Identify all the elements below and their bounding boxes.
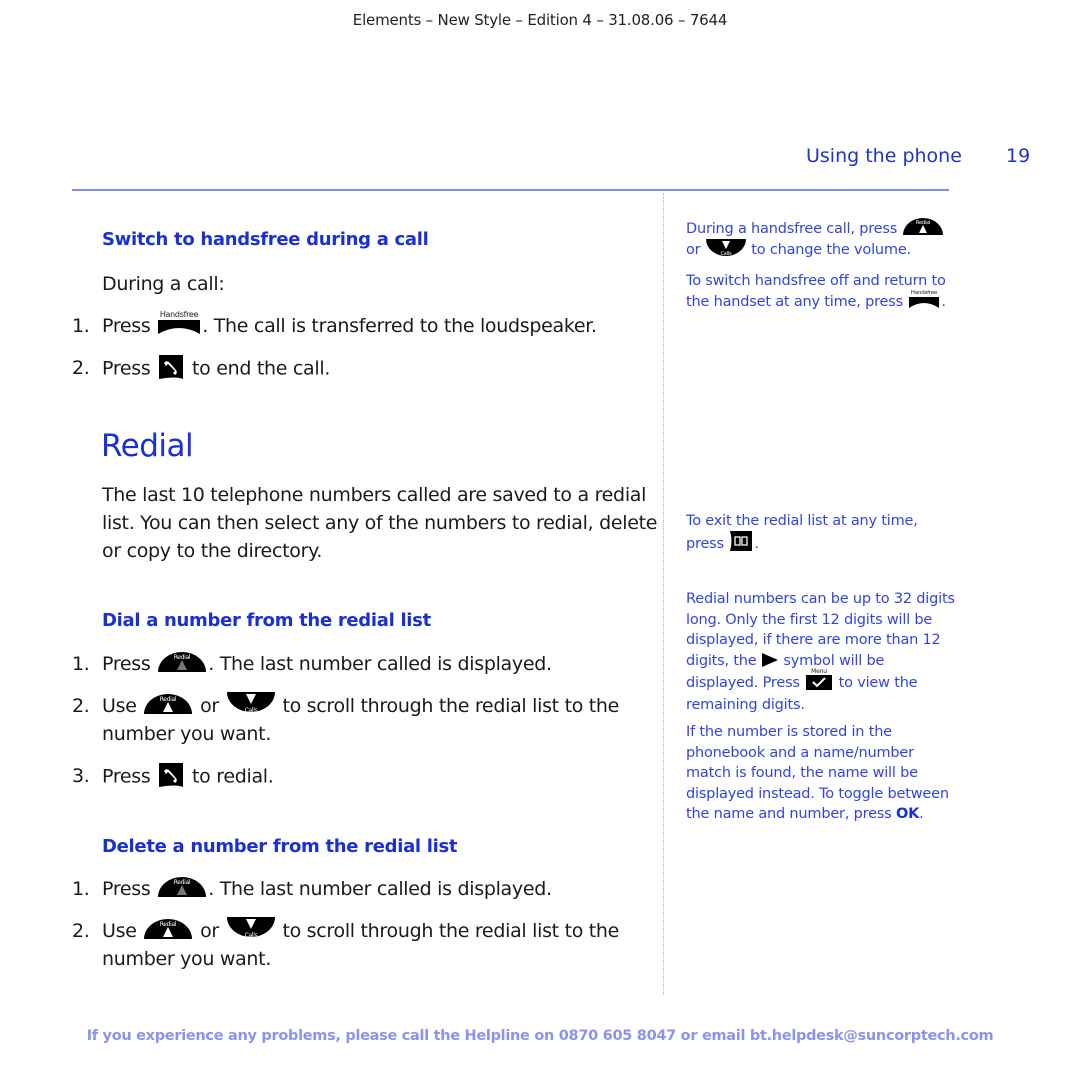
calls-down-key-icon: Calls — [705, 238, 747, 258]
redial-up-key-icon: Redial — [156, 873, 208, 899]
handsfree-step-1: 1. Press Handsfree . The call is transfe… — [72, 309, 597, 338]
redial-up-key-icon: Redial — [142, 690, 194, 716]
delete-step-1: 1. Press Redial . The last number called… — [72, 873, 552, 903]
delete-step-2: 2. Use Redial or Calls to scroll through… — [72, 915, 619, 973]
document-header: Elements – New Style – Edition 4 – 31.08… — [352, 11, 728, 29]
handsfree-intro: During a call: — [102, 273, 225, 295]
helpline-footer: If you experience any problems, please c… — [86, 1028, 994, 1044]
handsfree-key-icon: Handsfree — [156, 310, 202, 336]
redial-heading: Redial — [101, 428, 194, 464]
dial-step-2: 2. Use Redial or Calls to scroll through… — [72, 690, 619, 748]
handsfree-key-icon: Handsfree — [907, 289, 941, 309]
redial-up-key-icon: Redial — [156, 648, 208, 674]
page-number: 19 — [1006, 145, 1031, 167]
redial-up-key-icon: Redial — [142, 915, 194, 941]
dial-heading: Dial a number from the redial list — [102, 610, 431, 631]
handsfree-heading: Switch to handsfree during a call — [102, 229, 429, 250]
column-divider — [663, 193, 664, 995]
note-handset: To switch handsfree off and return to th… — [686, 273, 946, 310]
svg-text:Calls: Calls — [244, 707, 257, 714]
note-volume: During a handsfree call, press Redial or… — [686, 216, 956, 260]
note-phonebook: If the number is stored in the phonebook… — [686, 724, 949, 822]
dial-step-3: 3. Press to redial. — [72, 760, 274, 792]
svg-text:Calls: Calls — [720, 251, 732, 257]
menu-ok-key-icon: Menu — [804, 667, 834, 691]
calls-down-key-icon: Calls — [225, 915, 277, 941]
header-rule — [72, 189, 949, 191]
note-exit: To exit the redial list at any time, pre… — [686, 513, 918, 553]
svg-text:Redial: Redial — [160, 921, 177, 928]
svg-text:Redial: Redial — [174, 879, 191, 886]
svg-text:Handsfree: Handsfree — [160, 310, 199, 319]
note-digits: Redial numbers can be up to 32 digits lo… — [686, 591, 955, 713]
ok-label: OK — [895, 806, 920, 822]
more-digits-arrow-icon — [761, 652, 779, 668]
calls-down-key-icon: Calls — [225, 690, 277, 716]
svg-text:Menu: Menu — [811, 668, 827, 675]
dial-step-1: 1. Press Redial . The last number called… — [72, 648, 552, 678]
end-call-key-icon — [156, 352, 186, 382]
svg-text:Calls: Calls — [244, 932, 257, 939]
svg-text:Redial: Redial — [160, 696, 177, 703]
redial-description: The last 10 telephone numbers called are… — [102, 484, 658, 562]
phonebook-key-icon — [728, 529, 754, 553]
handsfree-step-2: 2. Press to end the call. — [72, 352, 330, 384]
section-title: Using the phone — [806, 145, 962, 167]
talk-key-icon — [156, 760, 186, 790]
redial-up-key-icon: Redial — [902, 216, 944, 236]
svg-text:Handsfree: Handsfree — [911, 290, 938, 296]
svg-text:Redial: Redial — [174, 654, 191, 661]
delete-heading: Delete a number from the redial list — [102, 836, 458, 857]
